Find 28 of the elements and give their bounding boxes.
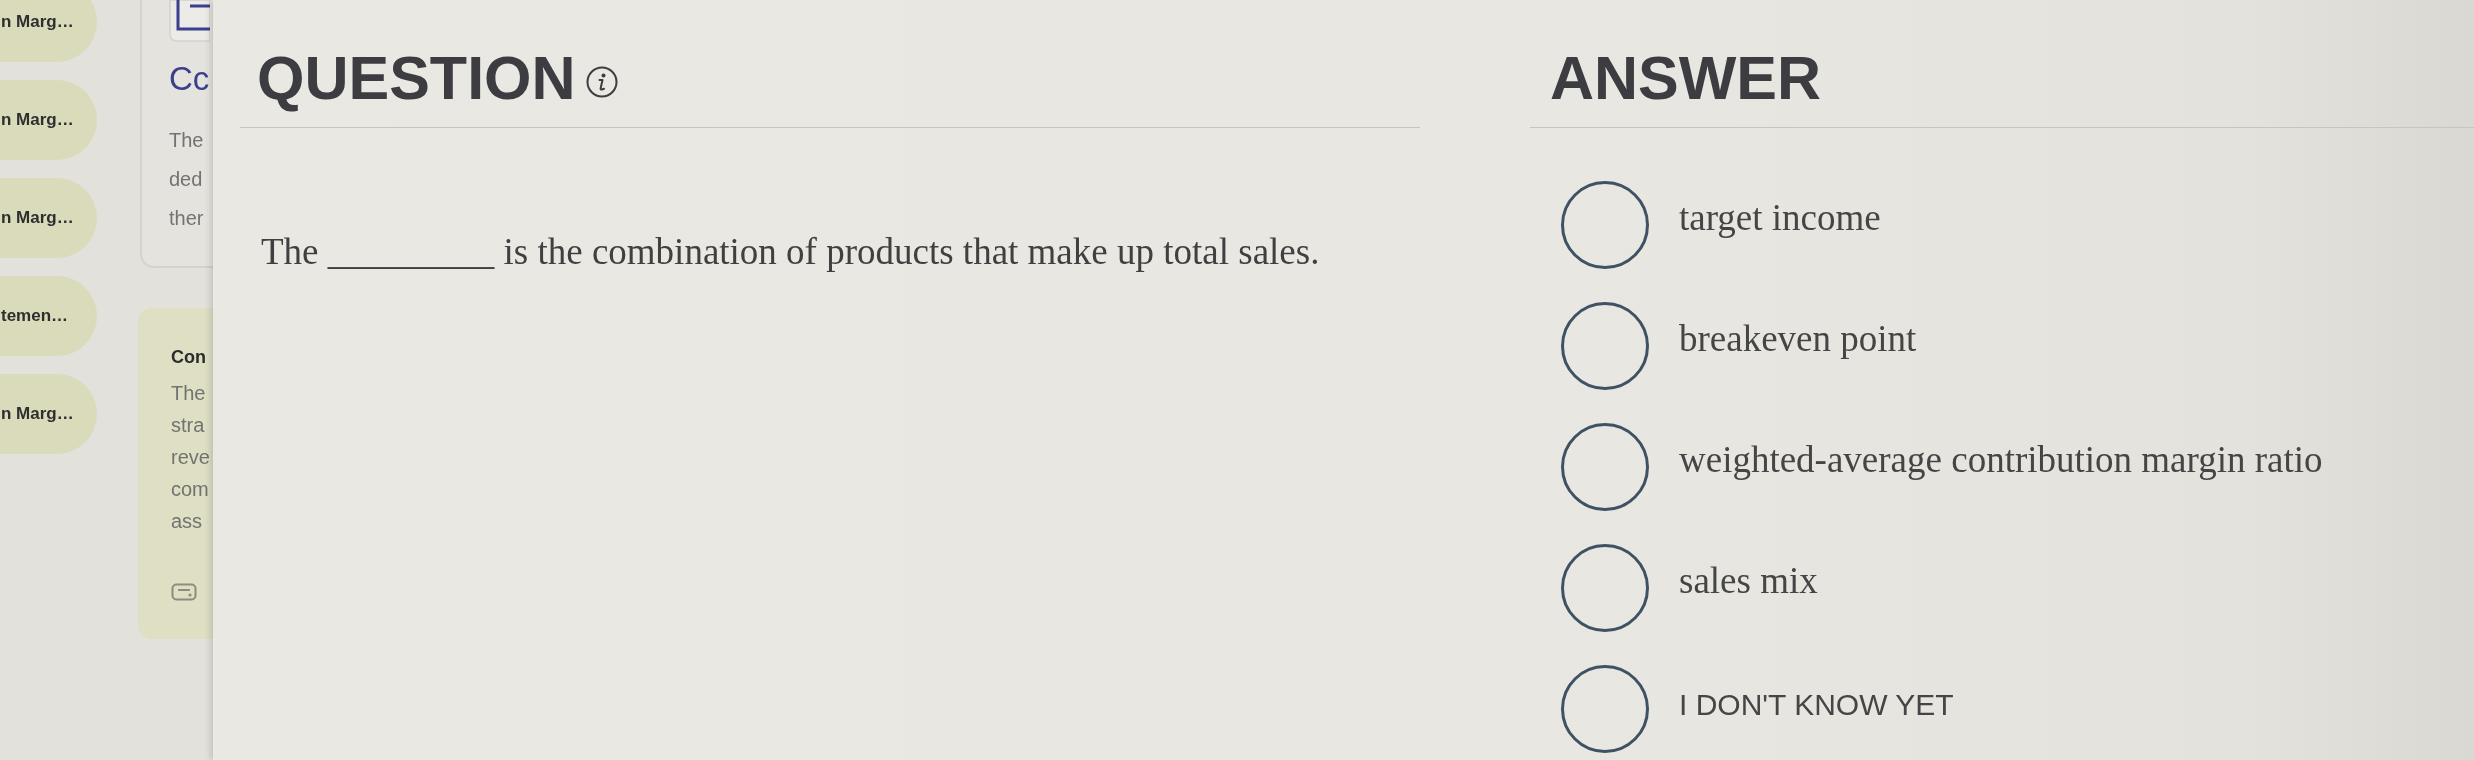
radio-button[interactable]: [1561, 544, 1649, 632]
option-label: breakeven point: [1679, 317, 1917, 361]
card-title: Cc: [169, 59, 211, 99]
card-text-line: stra: [171, 413, 206, 438]
card-title: Con: [171, 346, 207, 369]
option-label: weighted-average contribution margin ratio: [1679, 438, 2323, 482]
option-label: target income: [1679, 196, 1881, 240]
card-text-line: ded: [169, 167, 204, 192]
card-text-line: reve: [171, 445, 211, 470]
question-text: The _________ is the combination of products that make up total sales.: [260, 230, 1321, 274]
option-label: sales mix: [1679, 559, 1818, 603]
option-label: I DON'T KNOW YET: [1679, 687, 1954, 723]
sidebar-item[interactable]: n Marg…: [0, 374, 97, 454]
info-icon[interactable]: [585, 66, 618, 98]
sidebar-item[interactable]: n Marg…: [0, 0, 97, 62]
card-text-line: The: [169, 128, 205, 153]
radio-button[interactable]: [1561, 302, 1649, 390]
sidebar-item[interactable]: n Marg…: [0, 80, 97, 160]
answer-heading: ANSWER: [1550, 47, 1822, 109]
radio-button[interactable]: [1561, 665, 1649, 753]
card-text-line: com: [171, 477, 210, 502]
card-text-line: ass: [171, 509, 204, 534]
card-text-line: The: [171, 381, 207, 406]
sidebar-item[interactable]: temen…: [0, 276, 97, 356]
card-text-line: ther: [169, 206, 205, 231]
radio-button[interactable]: [1561, 181, 1649, 269]
radio-button[interactable]: [1561, 423, 1649, 511]
sidebar-item[interactable]: n Marg…: [0, 178, 97, 258]
